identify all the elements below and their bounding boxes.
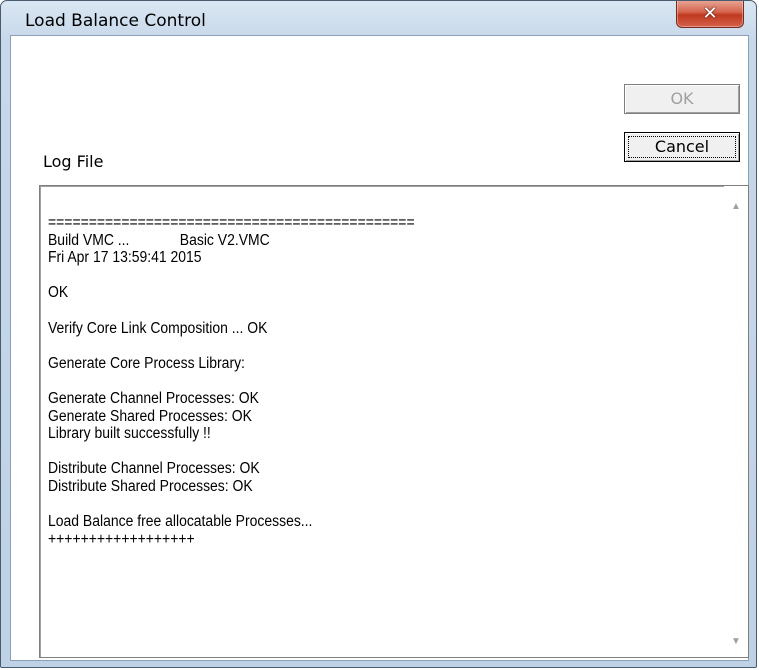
scroll-up-icon[interactable]: ▲ xyxy=(724,196,748,216)
ok-button[interactable]: OK xyxy=(624,84,740,114)
log-file-label: Log File xyxy=(43,152,104,171)
log-line: Distribute Channel Processes: OK xyxy=(48,460,260,478)
load-balance-dialog: Load Balance Control ✕ OK Cancel Log Fil… xyxy=(0,0,757,668)
log-line: ++++++++++++++++++ xyxy=(48,530,195,548)
title-bar[interactable]: Load Balance Control ✕ xyxy=(1,1,756,31)
log-line: Build VMC ... Basic V2.VMC xyxy=(48,231,270,249)
log-line: Generate Shared Processes: OK xyxy=(48,407,252,425)
log-line: ========================================… xyxy=(48,214,415,231)
window-title: Load Balance Control xyxy=(25,11,206,31)
cancel-button-label: Cancel xyxy=(654,137,710,156)
log-line: Generate Core Process Library: xyxy=(48,354,245,372)
log-content: ========================================… xyxy=(48,214,651,548)
log-line: Distribute Shared Processes: OK xyxy=(48,477,253,495)
close-icon: ✕ xyxy=(702,2,718,24)
log-line: Generate Channel Processes: OK xyxy=(48,389,259,407)
log-line: Fri Apr 17 13:59:41 2015 xyxy=(48,249,202,267)
log-textarea[interactable]: ========================================… xyxy=(39,185,749,658)
log-line: Library built successfully !! xyxy=(48,425,211,443)
close-button[interactable]: ✕ xyxy=(676,1,744,28)
dialog-body: OK Cancel Log File =====================… xyxy=(15,36,749,660)
log-line: Verify Core Link Composition ... OK xyxy=(48,319,268,337)
vertical-scrollbar[interactable]: ▲ ▼ xyxy=(724,186,748,657)
ok-button-label: OK xyxy=(670,89,694,108)
dialog-client-area: OK Cancel Log File =====================… xyxy=(10,35,749,661)
log-line: OK xyxy=(48,284,69,302)
cancel-button[interactable]: Cancel xyxy=(624,132,740,162)
log-line: Load Balance free allocatable Processes.… xyxy=(48,513,313,531)
scroll-down-icon[interactable]: ▼ xyxy=(724,631,748,651)
